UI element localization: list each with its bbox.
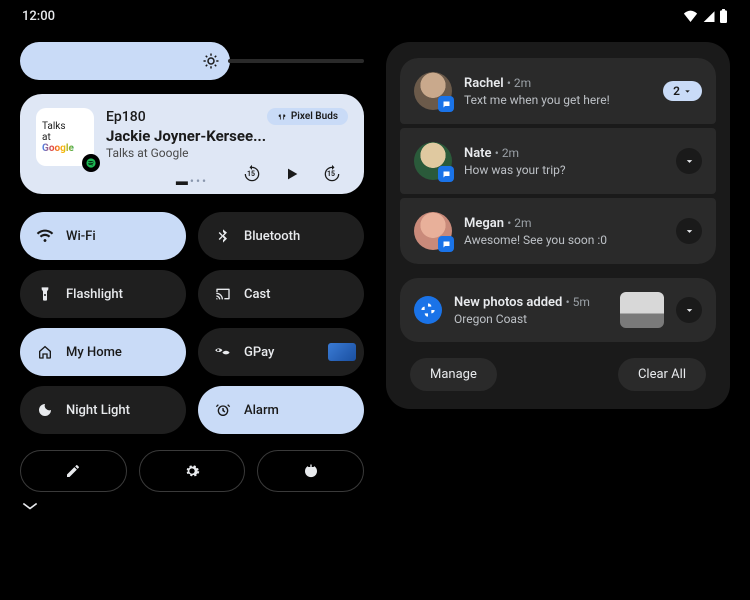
media-episode: Ep180 [106, 109, 146, 125]
messages-icon [438, 166, 454, 182]
wifi-icon [683, 10, 698, 22]
notification-count-chip[interactable]: 2 [663, 81, 702, 101]
home-icon [36, 343, 54, 361]
edit-button[interactable] [20, 450, 127, 492]
bluetooth-icon [214, 227, 232, 245]
card-thumbnail [328, 343, 356, 361]
brightness-slider[interactable] [20, 42, 364, 80]
gear-icon [184, 463, 200, 479]
chevron-down-icon [20, 500, 40, 512]
expand-button[interactable] [676, 148, 702, 174]
avatar [414, 212, 452, 250]
photos-icon [414, 296, 442, 324]
chevron-down-icon [683, 87, 692, 96]
status-bar: 12:00 [0, 0, 750, 32]
avatar [414, 72, 452, 110]
tile-myhome[interactable]: My Home [20, 328, 186, 376]
media-album-art: Talks at Google [36, 108, 94, 166]
battery-icon [719, 9, 728, 23]
tile-flashlight[interactable]: Flashlight [20, 270, 186, 318]
earbuds-icon [277, 112, 287, 122]
tile-cast[interactable]: Cast [198, 270, 364, 318]
chevron-down-icon [684, 156, 695, 167]
alarm-icon [214, 401, 232, 419]
avatar [414, 142, 452, 180]
notification-panel: Rachel • 2m Text me when you get here! 2… [386, 42, 730, 409]
tile-nightlight[interactable]: Night Light [20, 386, 186, 434]
notification-actions: Manage Clear All [400, 358, 716, 391]
media-subtitle: Talks at Google [106, 146, 348, 160]
media-title: Jackie Joyner-Kersee... [106, 127, 348, 145]
cast-icon [214, 285, 232, 303]
tile-alarm[interactable]: Alarm [198, 386, 364, 434]
notification-photos[interactable]: New photos added • 5m Oregon Coast [400, 278, 716, 342]
status-time: 12:00 [22, 9, 55, 24]
messages-icon [438, 236, 454, 252]
notification-megan[interactable]: Megan • 2m Awesome! See you soon :0 [400, 198, 716, 264]
status-icons [683, 9, 728, 23]
messages-icon [438, 96, 454, 112]
notification-panel-column: Rachel • 2m Text me when you get here! 2… [386, 42, 730, 512]
chevron-down-icon [684, 226, 695, 237]
brightness-icon [202, 52, 220, 70]
manage-button[interactable]: Manage [410, 358, 497, 391]
qs-footer-row [20, 450, 364, 492]
power-button[interactable] [257, 450, 364, 492]
gpay-icon [214, 343, 232, 361]
notification-rachel[interactable]: Rachel • 2m Text me when you get here! 2 [400, 58, 716, 124]
signal-icon [702, 10, 715, 22]
wifi-icon [36, 227, 54, 245]
moon-icon [36, 401, 54, 419]
qs-tiles-grid: Wi-Fi Bluetooth Flashlight Cast My Home … [20, 212, 364, 434]
pencil-icon [65, 463, 81, 479]
media-player-card[interactable]: Talks at Google Ep180 Pixel Buds Jackie … [20, 94, 364, 194]
tile-wifi[interactable]: Wi-Fi [20, 212, 186, 260]
settings-button[interactable] [139, 450, 246, 492]
spotify-icon [82, 154, 100, 172]
media-pagination-dots[interactable]: ▬••• [20, 174, 364, 188]
flashlight-icon [36, 285, 54, 303]
expand-button[interactable] [676, 297, 702, 323]
power-icon [303, 463, 319, 479]
conversation-group: Rachel • 2m Text me when you get here! 2… [400, 58, 716, 264]
tile-bluetooth[interactable]: Bluetooth [198, 212, 364, 260]
chevron-down-icon [684, 305, 695, 316]
drag-handle[interactable] [20, 500, 364, 512]
notification-nate[interactable]: Nate • 2m How was your trip? [400, 128, 716, 194]
tile-gpay[interactable]: GPay [198, 328, 364, 376]
clear-all-button[interactable]: Clear All [618, 358, 706, 391]
photo-thumbnail [620, 292, 664, 328]
expand-button[interactable] [676, 218, 702, 244]
output-device-chip[interactable]: Pixel Buds [267, 108, 348, 125]
quick-settings-column: Talks at Google Ep180 Pixel Buds Jackie … [20, 42, 364, 512]
